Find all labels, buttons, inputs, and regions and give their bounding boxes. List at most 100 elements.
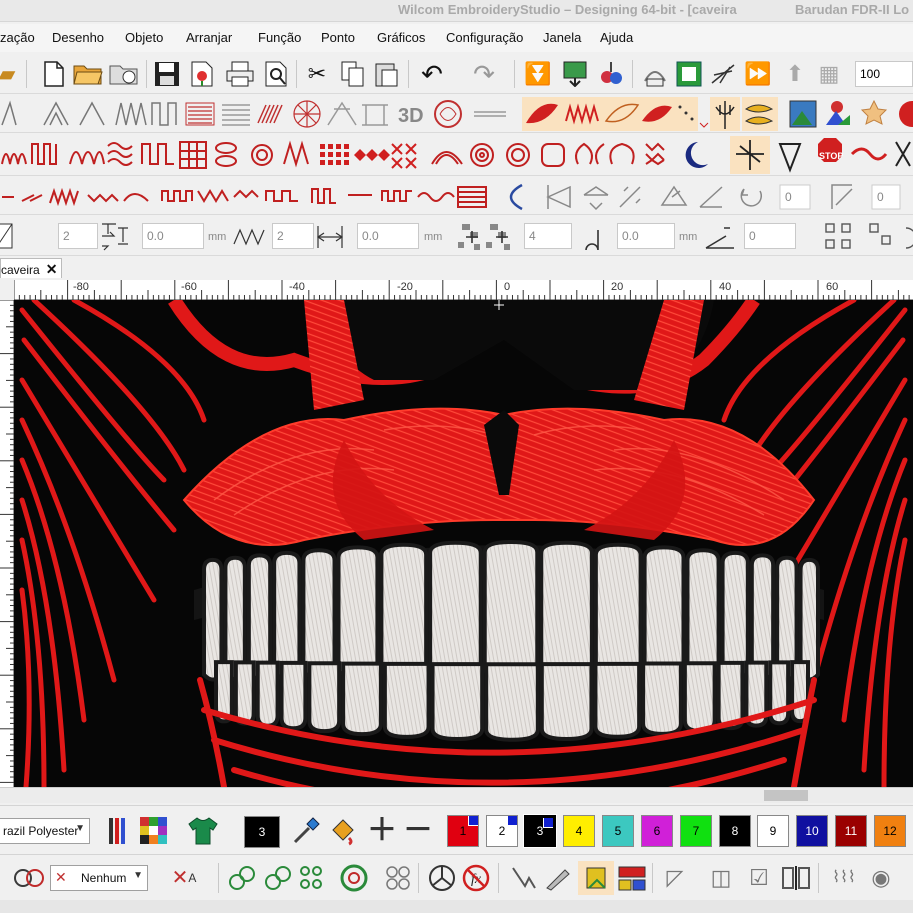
knife-icon[interactable] <box>542 863 572 893</box>
mercedes-icon[interactable] <box>426 863 458 893</box>
parameters-toolbar: 2 0.0 mm 2 0.0 mm 4 0.0 mm 0 <box>0 216 913 256</box>
thread-list-icon[interactable] <box>106 816 128 846</box>
lower-tooth <box>539 662 594 741</box>
save-icon[interactable] <box>152 59 182 89</box>
fast-forward-icon[interactable]: ⏩ <box>742 59 774 89</box>
menu-visualizacao[interactable]: zação <box>0 30 35 45</box>
thread-swatch-3[interactable]: 3 <box>523 814 557 848</box>
repeat-count-field[interactable]: 4 <box>524 223 572 249</box>
menu-ponto[interactable]: Ponto <box>321 30 355 45</box>
close-icon[interactable]: ✕ <box>46 261 58 278</box>
thread-swatch-label: 8 <box>731 824 739 838</box>
export-design-icon[interactable] <box>188 59 218 89</box>
sew-simulator-icon[interactable] <box>578 861 614 895</box>
select-object-icon[interactable]: ◸ <box>660 863 690 893</box>
redo-icon[interactable]: ↷ <box>466 59 502 89</box>
transfer-icon[interactable]: ⬆ <box>780 59 810 89</box>
spacing-field[interactable]: 2 <box>58 223 98 249</box>
skew-angle-field[interactable]: 0 <box>873 185 899 209</box>
auto-start-end-icon[interactable] <box>262 863 294 893</box>
effect-combo[interactable]: ✕ Nenhum ▼ <box>50 865 148 891</box>
zoom-field[interactable]: 100 <box>855 61 913 87</box>
eyedropper-icon[interactable] <box>290 815 322 847</box>
stitch-angles-icon[interactable] <box>382 863 414 893</box>
remove-overlaps-icon[interactable]: ◫ <box>706 863 736 893</box>
check-object-icon[interactable]: ☑ <box>744 863 774 893</box>
thread-swatch-10[interactable]: 10 <box>796 815 828 847</box>
thread-chart-combo[interactable]: razil Polyester ▼ <box>0 818 90 844</box>
send-to-machine-icon[interactable] <box>560 59 590 89</box>
width-count-field[interactable]: 2 <box>272 223 314 249</box>
copy-icon[interactable] <box>338 59 368 89</box>
design-canvas[interactable] <box>14 300 913 787</box>
menu-graficos[interactable]: Gráficos <box>377 30 425 45</box>
chevron-down-icon: ▼ <box>133 870 143 881</box>
thread-swatch-1[interactable]: 1 <box>447 815 479 847</box>
upper-tooth <box>749 553 776 681</box>
open-file-icon[interactable] <box>72 59 104 89</box>
add-color-icon[interactable]: ＋ <box>366 815 398 847</box>
reshape-tool-icon[interactable] <box>508 863 538 893</box>
thread-swatch-4[interactable]: 4 <box>563 815 595 847</box>
apply-icon[interactable]: ◉ <box>866 863 896 893</box>
current-color-swatch[interactable]: 3 <box>244 816 280 848</box>
menu-ajuda[interactable]: Ajuda <box>600 30 633 45</box>
no-function-icon[interactable]: fx <box>460 863 492 893</box>
color-palette-icon[interactable] <box>138 815 170 847</box>
rotation-angle-field[interactable]: 0 <box>781 185 809 209</box>
cut-icon[interactable]: ✂ <box>302 59 332 89</box>
stitch-zigzag-icon[interactable]: ⌇⌇⌇ <box>826 863 862 893</box>
thread-swatch-8[interactable]: 8 <box>719 815 751 847</box>
color-blend-icon[interactable] <box>596 59 626 89</box>
document-tab[interactable]: caveira ✕ <box>0 258 63 278</box>
open-design-icon[interactable] <box>108 59 140 89</box>
width-offset-field[interactable]: 0.0 <box>357 223 419 249</box>
undo-icon[interactable]: ↶ <box>414 59 450 89</box>
lower-tooth <box>593 661 642 739</box>
thread-swatch-11[interactable]: 11 <box>835 815 867 847</box>
thread-swatch-label: 5 <box>614 824 622 838</box>
folder-icon[interactable]: ▰ <box>0 59 20 89</box>
thread-swatch-2[interactable]: 2 <box>486 815 518 847</box>
menu-objeto[interactable]: Objeto <box>125 30 163 45</box>
thread-swatch-5[interactable]: 5 <box>602 815 634 847</box>
remove-effect-icon[interactable]: ✕ A <box>160 863 208 893</box>
print-preview-icon[interactable] <box>262 59 292 89</box>
menu-janela[interactable]: Janela <box>543 30 581 45</box>
new-file-icon[interactable] <box>40 59 68 89</box>
thread-swatch-label: 2 <box>498 824 506 838</box>
branching-icon[interactable] <box>226 863 258 893</box>
hoop-icon[interactable] <box>640 59 670 89</box>
menu-arranjar[interactable]: Arranjar <box>186 30 232 45</box>
angle-field[interactable]: 0 <box>744 223 796 249</box>
color-object-list-icon[interactable] <box>616 863 648 893</box>
print-icon[interactable] <box>224 59 256 89</box>
thread-swatch-6[interactable]: 6 <box>641 815 673 847</box>
distance-field[interactable]: 0.0 <box>617 223 675 249</box>
stitch-effect-icon[interactable] <box>12 863 48 893</box>
thread-swatch-label: 12 <box>883 824 897 838</box>
lower-tooth <box>307 661 342 734</box>
grid-icon[interactable]: ▦ <box>814 59 844 89</box>
show-hoop-icon[interactable] <box>674 59 704 89</box>
remove-color-icon[interactable]: － <box>402 815 434 847</box>
thread-swatch-12[interactable]: 12 <box>874 815 906 847</box>
offset-field[interactable]: 0.0 <box>142 223 204 249</box>
garment-color-icon[interactable] <box>186 815 220 847</box>
menu-funcao[interactable]: Função <box>258 30 301 45</box>
sequence-icon[interactable] <box>296 863 328 893</box>
menu-desenho[interactable]: Desenho <box>52 30 104 45</box>
split-icon[interactable] <box>780 863 812 893</box>
menu-configuracao[interactable]: Configuração <box>446 30 523 45</box>
thread-swatch-7[interactable]: 7 <box>680 815 712 847</box>
upper-tooth <box>428 540 483 679</box>
closest-join-icon[interactable] <box>338 863 370 893</box>
upper-tooth <box>336 545 380 680</box>
thread-swatch-9[interactable]: 9 <box>757 815 789 847</box>
horizontal-scrollbar[interactable] <box>0 787 913 803</box>
paste-icon[interactable] <box>372 59 402 89</box>
paint-bucket-icon[interactable] <box>326 815 358 847</box>
travel-icon[interactable]: ⏬ <box>524 59 552 89</box>
scrollbar-thumb[interactable] <box>764 790 808 801</box>
reshape-icon[interactable] <box>708 59 738 89</box>
